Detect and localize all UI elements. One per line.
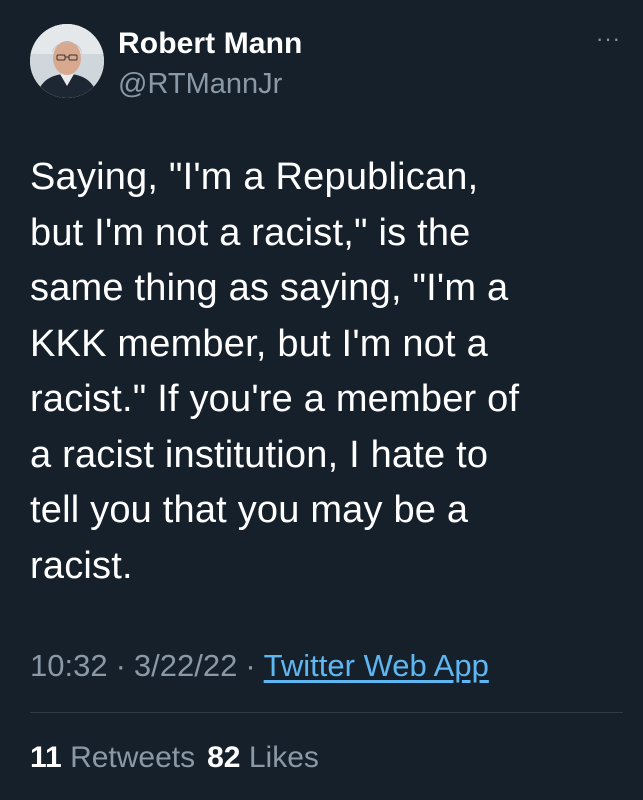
author-display-name[interactable]: Robert Mann: [118, 26, 302, 62]
tweet-text: Saying, "I'm a Republican, but I'm not a…: [30, 156, 520, 587]
tweet-stats: 11 Retweets 82 Likes: [30, 738, 331, 778]
likes-stat[interactable]: 82 Likes: [207, 741, 319, 774]
tweet-meta: 10:32 · 3/22/22 · Twitter Web App: [30, 646, 489, 686]
avatar[interactable]: [30, 24, 104, 98]
meta-separator: ·: [115, 648, 126, 683]
more-options-icon[interactable]: ···: [596, 28, 621, 50]
retweets-stat[interactable]: 11 Retweets: [30, 741, 195, 774]
retweets-count: 11: [30, 741, 62, 774]
tweet-page: Robert Mann @RTMannJr ··· Saying, "I'm a…: [0, 0, 643, 800]
tweet-date[interactable]: 3/22/22: [134, 648, 237, 683]
tweet-time[interactable]: 10:32: [30, 648, 108, 683]
author-names: Robert Mann @RTMannJr: [118, 26, 302, 102]
tweet-source-link[interactable]: Twitter Web App: [264, 648, 489, 683]
author-handle[interactable]: @RTMannJr: [118, 66, 302, 102]
likes-label: Likes: [248, 741, 319, 774]
retweets-label: Retweets: [70, 741, 196, 774]
meta-separator: ·: [245, 648, 256, 683]
likes-count: 82: [207, 741, 241, 774]
avatar-image: [30, 24, 104, 98]
tweet-header: Robert Mann @RTMannJr ···: [30, 22, 621, 104]
divider: [30, 712, 623, 713]
